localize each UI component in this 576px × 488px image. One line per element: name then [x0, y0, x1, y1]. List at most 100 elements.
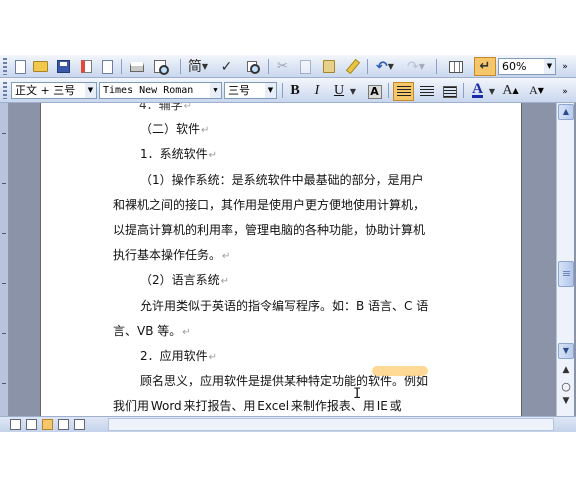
cut-button[interactable]: ✂: [274, 58, 291, 75]
horizontal-scrollbar[interactable]: [108, 418, 554, 431]
open-button[interactable]: [32, 58, 49, 75]
line-text: 以提高计算机的利用率，管理电脑的各种功能，协助计算机: [113, 223, 426, 237]
style-select[interactable]: 正文 + 三号 ▼: [11, 82, 97, 99]
ruler-tick: [2, 183, 6, 184]
normal-view-button[interactable]: [10, 419, 21, 430]
grow-font-icon: A: [502, 82, 513, 98]
document-line: 顾名思义，应用软件是提供某种特定功能的软件。例如: [140, 374, 428, 388]
chevron-down-icon: ▼: [210, 83, 221, 98]
line-text: 1．系统软件: [140, 147, 208, 161]
redo-button: ↷ ▼: [404, 58, 428, 75]
chevron-down-icon: ▼: [488, 87, 496, 96]
print-layout-button[interactable]: [42, 419, 53, 430]
email-icon: [102, 59, 113, 74]
save-button[interactable]: [55, 58, 72, 75]
document-line: 2．应用软件↵: [140, 349, 217, 365]
paste-button[interactable]: [320, 58, 337, 75]
toolbar-separator: [388, 83, 389, 98]
grow-font-button[interactable]: A ▲: [502, 82, 519, 99]
toolbar-grip[interactable]: [3, 58, 7, 75]
undo-icon: ↶: [376, 58, 388, 75]
simplified-chinese-icon: 简: [187, 58, 202, 75]
select-browse-object-button[interactable]: ○: [560, 380, 572, 393]
font-color-icon: A: [472, 81, 483, 98]
document-line: （二）软件↵: [140, 122, 209, 138]
new-document-icon: [15, 59, 26, 74]
document-line: 执行基本操作任务。↵: [113, 248, 230, 264]
toolbar-separator: [268, 59, 269, 74]
brush-icon: [345, 58, 360, 75]
next-page-button[interactable]: ▼: [560, 396, 572, 406]
align-justify-button[interactable]: [393, 82, 414, 101]
save-icon: [57, 60, 70, 73]
print-button[interactable]: [128, 58, 145, 75]
toolbar-separator: [436, 59, 437, 74]
paragraph-mark: ↵: [208, 352, 218, 363]
clipboard-icon: [322, 60, 335, 73]
distributed-align-button[interactable]: [441, 83, 458, 100]
research-icon: [246, 61, 260, 74]
view-bar: [0, 416, 576, 432]
font-color-dropdown[interactable]: ▼: [487, 83, 497, 100]
toolbar-options-button[interactable]: »: [558, 58, 572, 75]
overflow-chevron-icon: »: [562, 61, 568, 72]
document-page[interactable]: 4．辅学↵ （二）软件↵ 1．系统软件↵ （1）操作系统：是系统软件中最基础的部…: [40, 103, 522, 416]
italic-button[interactable]: I: [308, 82, 326, 99]
align-center-button[interactable]: [418, 83, 435, 100]
align-center-icon: [419, 85, 434, 98]
zoom-select[interactable]: 60% ▼: [498, 58, 556, 75]
screen: 简 ▼ ✓ ✂ ↶ ▼ ↷ ▼ ↵ 60% ▼ » 正文 + 三号 ▼ Times New…: [0, 0, 576, 488]
document-line: （1）操作系统：是系统软件中最基础的部分，是用户: [140, 173, 424, 187]
underline-dropdown[interactable]: ▼: [348, 83, 358, 100]
character-shading-button[interactable]: A: [366, 83, 383, 100]
format-painter-button[interactable]: [344, 58, 361, 75]
ruler-tick: [2, 333, 6, 334]
copy-icon: [300, 59, 311, 74]
font-color-button[interactable]: A: [469, 82, 486, 99]
down-arrow-icon: ▼: [537, 86, 544, 95]
copy-button[interactable]: [297, 58, 314, 75]
show-hide-button[interactable]: ↵: [474, 57, 496, 76]
document-area: 4．辅学↵ （二）软件↵ 1．系统软件↵ （1）操作系统：是系统软件中最基础的部…: [0, 103, 556, 416]
spelling-button[interactable]: ✓: [218, 58, 235, 75]
toolbar-options-button[interactable]: »: [558, 83, 572, 100]
simplified-traditional-button[interactable]: 简 ▼: [186, 58, 210, 75]
toolbar-grip[interactable]: [3, 82, 7, 99]
scroll-down-button[interactable]: ▼: [558, 343, 574, 359]
insert-table-button[interactable]: [447, 58, 464, 75]
ruler-tick: [2, 383, 6, 384]
vertical-scrollbar[interactable]: ▲ ▼ ▲ ○ ▼: [556, 103, 574, 416]
new-document-button[interactable]: [12, 58, 29, 75]
document-line: 言、VB 等。↵: [113, 324, 191, 340]
print-preview-button[interactable]: [151, 58, 169, 75]
previous-page-button[interactable]: ▲: [560, 365, 572, 375]
scroll-up-button[interactable]: ▲: [558, 104, 574, 120]
font-name-select[interactable]: Times New Roman ▼: [99, 82, 222, 99]
vertical-ruler[interactable]: [0, 103, 9, 416]
line-text: 2．应用软件: [140, 349, 208, 363]
word-window: 简 ▼ ✓ ✂ ↶ ▼ ↷ ▼ ↵ 60% ▼ » 正文 + 三号 ▼ Times New…: [0, 55, 576, 432]
paragraph-mark: ↵: [183, 103, 193, 112]
table-icon: [448, 60, 463, 73]
document-line: （2）语言系统↵: [140, 273, 229, 289]
underline-button[interactable]: U: [331, 82, 347, 99]
permission-button[interactable]: [78, 58, 95, 75]
undo-button[interactable]: ↶ ▼: [373, 58, 397, 75]
outline-view-button[interactable]: [58, 419, 69, 430]
web-layout-button[interactable]: [26, 419, 37, 430]
print-preview-icon: [153, 60, 169, 75]
line-text: （二）软件: [140, 122, 201, 136]
printer-icon: [129, 61, 144, 72]
font-size-select[interactable]: 三号 ▼: [224, 82, 277, 99]
permission-icon: [81, 60, 92, 73]
line-text: （1）操作系统：是系统软件中最基础的部分，是用户: [140, 173, 424, 187]
bold-button[interactable]: B: [286, 82, 304, 99]
scroll-thumb[interactable]: [558, 261, 574, 287]
research-button[interactable]: [243, 58, 260, 75]
reading-layout-button[interactable]: [74, 419, 85, 430]
chevron-down-icon: ▼: [387, 62, 394, 71]
zoom-value: 60%: [502, 60, 527, 73]
email-button[interactable]: [99, 58, 116, 75]
paragraph-mark: ↵: [220, 276, 230, 287]
shrink-font-button[interactable]: A ▼: [528, 82, 545, 99]
